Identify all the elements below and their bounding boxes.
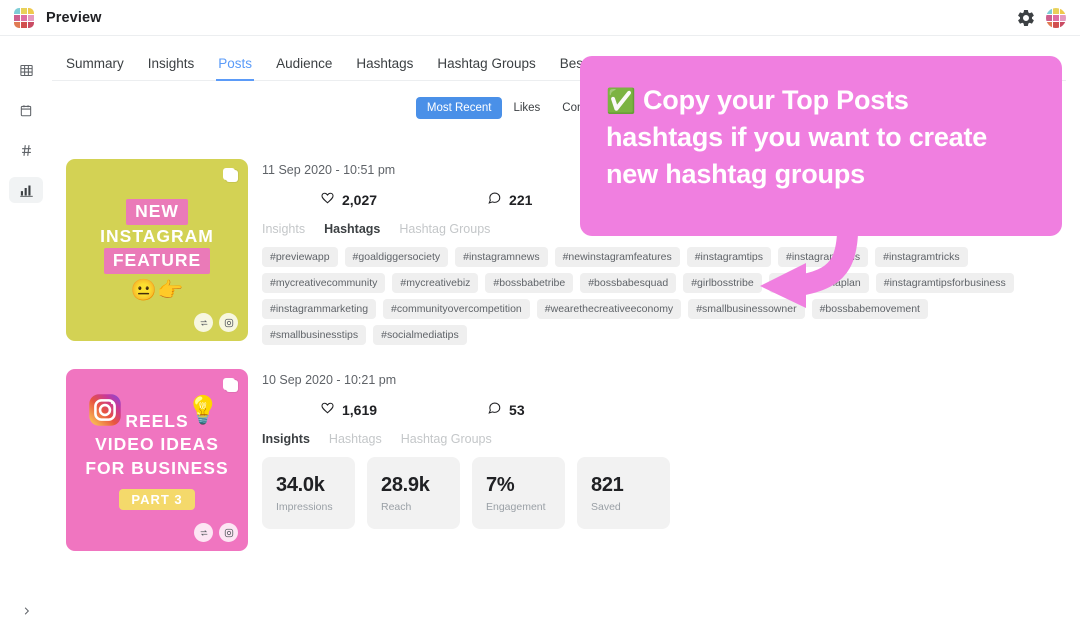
avatar[interactable]	[1046, 7, 1066, 28]
hashtag-pill[interactable]: #communityovercompetition	[383, 299, 530, 319]
likes-stat: 2,027	[320, 191, 377, 208]
thumb-line-2: INSTAGRAM	[100, 225, 214, 246]
thumb-line-1: NEW	[126, 199, 188, 225]
rail-expand[interactable]	[0, 604, 52, 623]
top-bar-actions	[1016, 7, 1066, 28]
post-stats: 1,619 53	[262, 401, 1080, 418]
post-date: 10 Sep 2020 - 10:21 pm	[262, 373, 397, 387]
metric-card: 821 Saved	[577, 457, 670, 529]
post-item: 💡 REELS VIDEO IDEAS FOR BUSINESS PART 3	[66, 369, 1080, 551]
metric-card: 34.0k Impressions	[262, 457, 355, 529]
sidebar-item-analytics[interactable]	[9, 177, 43, 203]
app-title: Preview	[46, 9, 102, 26]
metric-label: Saved	[591, 500, 621, 513]
lightbulb-emoji: 💡	[186, 395, 220, 425]
thumb-emoji: 😐👉	[130, 278, 184, 302]
thumb-line-2: VIDEO IDEAS	[95, 434, 219, 455]
annotation-text: ✅ Copy your Top Posts hashtags if you wa…	[606, 82, 1032, 193]
gear-icon[interactable]	[1016, 8, 1036, 28]
instagram-icon[interactable]	[219, 523, 238, 542]
grid-logo-icon	[14, 7, 34, 28]
heart-icon	[320, 401, 335, 418]
comments-count: 221	[509, 191, 533, 208]
metric-list: 34.0k Impressions 28.9k Reach 7% Engagement 82…	[262, 457, 1080, 529]
hashtag-pill[interactable]: #wearethecreativeeconomy	[536, 299, 682, 319]
carousel-icon	[223, 168, 238, 183]
hashtag-pill[interactable]: #mycreativecommunity	[262, 273, 386, 293]
likes-stat: 1,619	[320, 401, 377, 418]
metric-label: Reach	[381, 500, 412, 513]
annotation-message: Copy your Top Posts hashtags if you want…	[606, 85, 988, 189]
hashtag-pill[interactable]: #newinstagramfeatures	[554, 247, 680, 267]
sidebar-item-calendar[interactable]	[9, 97, 43, 123]
carousel-icon	[223, 378, 238, 393]
tab-hashtag-groups[interactable]: Hashtag Groups	[437, 56, 535, 80]
subtab-insights[interactable]: Insights	[262, 432, 310, 446]
thumb-badge: PART 3	[119, 488, 195, 511]
tab-insights[interactable]: Insights	[148, 56, 195, 80]
subtab-insights[interactable]: Insights	[262, 222, 305, 236]
annotation-callout: ✅ Copy your Top Posts hashtags if you wa…	[580, 56, 1062, 236]
subtab-hashtags[interactable]: Hashtags	[329, 432, 382, 446]
likes-count: 1,619	[342, 401, 378, 418]
comment-icon	[487, 191, 502, 208]
metric-label: Impressions	[276, 500, 333, 513]
metric-value: 28.9k	[381, 473, 430, 496]
repost-icon[interactable]	[194, 313, 213, 332]
metric-card: 7% Engagement	[472, 457, 565, 529]
filter-most-recent[interactable]: Most Recent	[415, 97, 503, 119]
likes-count: 2,027	[342, 191, 378, 208]
thumb-line-1: REELS	[125, 410, 189, 431]
hashtag-pill[interactable]: #mycreativebiz	[392, 273, 479, 293]
hashtag-pill[interactable]: #bossbabetribe	[485, 273, 574, 293]
metric-label: Engagement	[486, 500, 546, 513]
thumb-actions	[194, 523, 238, 542]
hashtag-pill[interactable]: #smallbusinesstips	[262, 325, 367, 345]
tab-audience[interactable]: Audience	[276, 56, 332, 80]
metric-value: 821	[591, 473, 624, 496]
repost-icon[interactable]	[194, 523, 213, 542]
metric-card: 28.9k Reach	[367, 457, 460, 529]
sidebar-item-hashtag[interactable]	[9, 137, 43, 163]
instagram-badge-icon	[87, 392, 123, 428]
tab-posts[interactable]: Posts	[216, 56, 254, 81]
metric-value: 7%	[486, 473, 515, 496]
left-rail	[0, 37, 52, 631]
comment-icon	[487, 401, 502, 418]
tab-summary[interactable]: Summary	[66, 56, 124, 80]
hashtag-pill[interactable]: #bossbabesquad	[580, 273, 677, 293]
hashtag-pill[interactable]: #socialmediatips	[373, 325, 467, 345]
thumb-actions	[194, 313, 238, 332]
hashtag-pill[interactable]: #goaldiggersociety	[344, 247, 449, 267]
filter-likes[interactable]: Likes	[502, 97, 551, 119]
post-thumbnail[interactable]: 💡 REELS VIDEO IDEAS FOR BUSINESS PART 3	[66, 369, 248, 551]
instagram-icon[interactable]	[219, 313, 238, 332]
chevron-right-icon[interactable]	[21, 604, 32, 623]
tab-hashtags[interactable]: Hashtags	[356, 56, 413, 80]
hashtag-pill[interactable]: #previewapp	[262, 247, 338, 267]
check-emoji: ✅	[606, 88, 636, 115]
thumb-line-3: FOR BUSINESS	[85, 457, 229, 478]
comments-stat: 221	[487, 191, 532, 208]
heart-icon	[320, 191, 335, 208]
sidebar-item-grid[interactable]	[9, 57, 43, 83]
hashtag-pill[interactable]: #instagramnews	[455, 247, 548, 267]
comments-stat: 53	[487, 401, 525, 418]
subtab-hashtag-groups[interactable]: Hashtag Groups	[399, 222, 490, 236]
post-thumbnail[interactable]: NEW INSTAGRAM FEATURE 😐👉	[66, 159, 248, 341]
post-subtabs: Insights Hashtags Hashtag Groups	[262, 432, 1080, 446]
comments-count: 53	[509, 401, 525, 418]
top-bar: Preview	[0, 0, 1080, 36]
subtab-hashtags[interactable]: Hashtags	[324, 222, 380, 236]
metric-value: 34.0k	[276, 473, 325, 496]
post-info: 10 Sep 2020 - 10:21 pm 1,619 53 Insights…	[262, 369, 1080, 551]
thumb-line-3: FEATURE	[103, 248, 211, 274]
hashtag-pill[interactable]: #instagrammarketing	[262, 299, 377, 319]
subtab-hashtag-groups[interactable]: Hashtag Groups	[401, 432, 492, 446]
